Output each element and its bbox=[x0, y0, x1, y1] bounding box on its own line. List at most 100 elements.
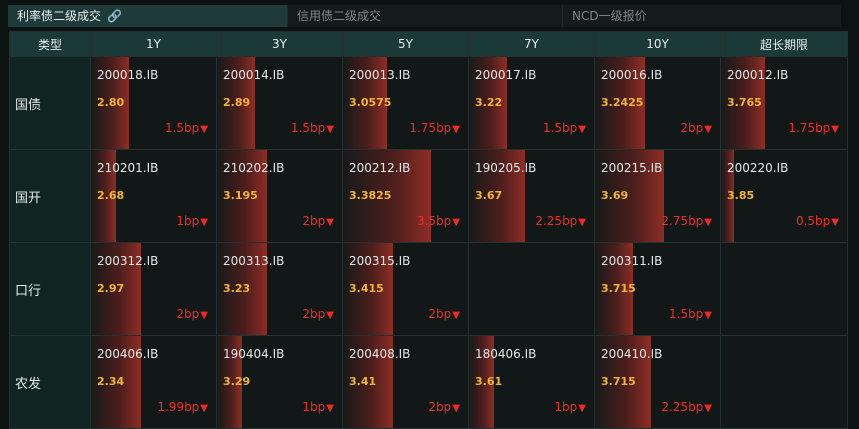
yield-change: 1bp▼ bbox=[302, 400, 334, 414]
yield-change-value: 2.75bp bbox=[661, 214, 704, 228]
bond-yield: 3.85 bbox=[727, 189, 755, 202]
tab-label: 信用债二级成交 bbox=[297, 9, 382, 23]
bond-cell[interactable]: 190404.IB 3.29 1bp▼ bbox=[217, 336, 342, 428]
yield-change-value: 1.5bp bbox=[164, 121, 200, 135]
yield-change: 1bp▼ bbox=[554, 400, 586, 414]
bond-code: 200313.IB bbox=[223, 254, 285, 268]
bond-code: 190205.IB bbox=[475, 161, 537, 175]
yield-change: 2bp▼ bbox=[680, 121, 712, 135]
bond-yield: 3.195 bbox=[223, 189, 258, 202]
bond-cell[interactable]: 200016.IB 3.2425 2bp▼ bbox=[595, 57, 720, 149]
bond-cell[interactable]: 200313.IB 3.23 2bp▼ bbox=[217, 243, 342, 335]
empty-cell bbox=[721, 243, 847, 335]
bond-cell[interactable]: 200018.IB 2.80 1.5bp▼ bbox=[91, 57, 216, 149]
yield-change: 1.5bp▼ bbox=[543, 121, 586, 135]
bond-code: 200012.IB bbox=[727, 68, 789, 82]
triangle-down-icon: ▼ bbox=[704, 124, 712, 135]
bond-code: 200312.IB bbox=[97, 254, 159, 268]
bond-code: 200410.IB bbox=[601, 347, 663, 361]
bond-cell[interactable]: 200212.IB 3.3825 3.5bp▼ bbox=[343, 150, 468, 242]
empty-cell bbox=[721, 336, 847, 428]
yield-change: 0.5bp▼ bbox=[796, 214, 839, 228]
yield-change: 2bp▼ bbox=[176, 307, 208, 321]
yield-change-value: 1.5bp bbox=[290, 121, 326, 135]
bond-cell[interactable]: 200406.IB 2.34 1.99bp▼ bbox=[91, 336, 216, 428]
yield-change-value: 1bp bbox=[554, 400, 578, 414]
tab-rate-bond-secondary[interactable]: 利率债二级成交 🔗 bbox=[8, 5, 288, 27]
yield-change: 2.25bp▼ bbox=[535, 214, 586, 228]
bond-code: 200018.IB bbox=[97, 68, 159, 82]
triangle-down-icon: ▼ bbox=[200, 403, 208, 414]
bond-yield: 3.765 bbox=[727, 96, 762, 109]
bond-yield: 3.415 bbox=[349, 282, 384, 295]
bond-cell[interactable]: 200312.IB 2.97 2bp▼ bbox=[91, 243, 216, 335]
bond-cell[interactable]: 190205.IB 3.67 2.25bp▼ bbox=[469, 150, 594, 242]
tab-label: NCD一级报价 bbox=[572, 9, 647, 23]
yield-change-value: 2bp bbox=[428, 307, 452, 321]
tab-credit-bond-secondary[interactable]: 信用债二级成交 bbox=[288, 5, 563, 27]
bond-code: 200406.IB bbox=[97, 347, 159, 361]
column-header-10y: 10Y bbox=[595, 32, 720, 56]
bond-yield: 3.715 bbox=[601, 282, 636, 295]
yield-change: 2.75bp▼ bbox=[661, 214, 712, 228]
empty-cell bbox=[469, 243, 594, 335]
bond-code: 200311.IB bbox=[601, 254, 663, 268]
triangle-down-icon: ▼ bbox=[578, 403, 586, 414]
bond-code: 200212.IB bbox=[349, 161, 411, 175]
row-header: 国开 bbox=[10, 150, 90, 242]
row-header: 口行 bbox=[10, 243, 90, 335]
yield-change-value: 2bp bbox=[302, 307, 326, 321]
bond-code: 200315.IB bbox=[349, 254, 411, 268]
bond-yield: 2.80 bbox=[97, 96, 125, 109]
bond-cell[interactable]: 200012.IB 3.765 1.75bp▼ bbox=[721, 57, 847, 149]
bond-cell[interactable]: 200315.IB 3.415 2bp▼ bbox=[343, 243, 468, 335]
triangle-down-icon: ▼ bbox=[452, 403, 460, 414]
tab-bar: 利率债二级成交 🔗 信用债二级成交 NCD一级报价 bbox=[8, 5, 841, 27]
yield-change: 2bp▼ bbox=[428, 400, 460, 414]
yield-change: 1.5bp▼ bbox=[669, 307, 712, 321]
yield-change: 2bp▼ bbox=[302, 307, 334, 321]
row-header: 国债 bbox=[10, 57, 90, 149]
bond-cell[interactable]: 180406.IB 3.61 1bp▼ bbox=[469, 336, 594, 428]
bond-cell[interactable]: 200220.IB 3.85 0.5bp▼ bbox=[721, 150, 847, 242]
yield-change: 2bp▼ bbox=[302, 214, 334, 228]
triangle-down-icon: ▼ bbox=[326, 403, 334, 414]
bond-code: 200408.IB bbox=[349, 347, 411, 361]
bond-cell[interactable]: 200013.IB 3.0575 1.75bp▼ bbox=[343, 57, 468, 149]
triangle-down-icon: ▼ bbox=[200, 217, 208, 228]
yield-change: 1.99bp▼ bbox=[157, 400, 208, 414]
triangle-down-icon: ▼ bbox=[452, 310, 460, 321]
tab-ncd-primary-quote[interactable]: NCD一级报价 bbox=[563, 5, 841, 27]
column-header-3y: 3Y bbox=[217, 32, 342, 56]
yield-change-value: 1bp bbox=[176, 214, 200, 228]
yield-change-value: 1bp bbox=[302, 400, 326, 414]
bond-cell[interactable]: 200215.IB 3.69 2.75bp▼ bbox=[595, 150, 720, 242]
bond-cell[interactable]: 210202.IB 3.195 2bp▼ bbox=[217, 150, 342, 242]
yield-change-value: 2.25bp bbox=[535, 214, 578, 228]
bond-cell[interactable]: 200017.IB 3.22 1.5bp▼ bbox=[469, 57, 594, 149]
yield-change-value: 2bp bbox=[680, 121, 704, 135]
bond-yield: 3.3825 bbox=[349, 189, 392, 202]
triangle-down-icon: ▼ bbox=[200, 124, 208, 135]
bond-cell[interactable]: 210201.IB 2.68 1bp▼ bbox=[91, 150, 216, 242]
yield-change-value: 1.75bp bbox=[409, 121, 452, 135]
yield-change: 2.25bp▼ bbox=[661, 400, 712, 414]
bond-yield: 3.2425 bbox=[601, 96, 644, 109]
yield-change-value: 1.5bp bbox=[668, 307, 704, 321]
bond-code: 210202.IB bbox=[223, 161, 285, 175]
link-icon[interactable]: 🔗 bbox=[107, 5, 122, 27]
yield-change: 1.75bp▼ bbox=[788, 121, 839, 135]
triangle-down-icon: ▼ bbox=[704, 310, 712, 321]
triangle-down-icon: ▼ bbox=[578, 124, 586, 135]
triangle-down-icon: ▼ bbox=[578, 217, 586, 228]
yield-change: 1bp▼ bbox=[176, 214, 208, 228]
bond-cell[interactable]: 200410.IB 3.715 2.25bp▼ bbox=[595, 336, 720, 428]
bond-cell[interactable]: 200014.IB 2.89 1.5bp▼ bbox=[217, 57, 342, 149]
bond-cell[interactable]: 200311.IB 3.715 1.5bp▼ bbox=[595, 243, 720, 335]
yield-change: 1.5bp▼ bbox=[165, 121, 208, 135]
column-header-5y: 5Y bbox=[343, 32, 468, 56]
bond-code: 200017.IB bbox=[475, 68, 537, 82]
bond-cell[interactable]: 200408.IB 3.41 2bp▼ bbox=[343, 336, 468, 428]
bond-yield: 3.0575 bbox=[349, 96, 392, 109]
triangle-down-icon: ▼ bbox=[200, 310, 208, 321]
